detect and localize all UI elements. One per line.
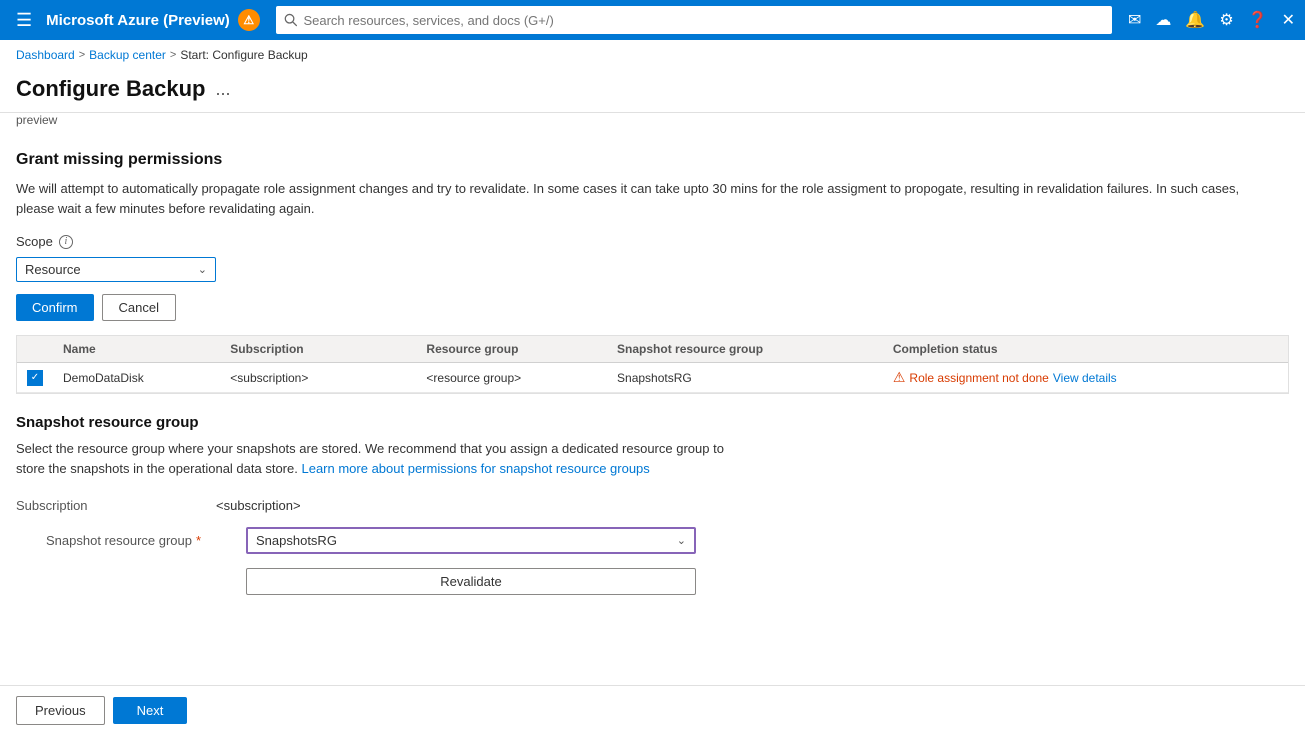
search-icon [284, 13, 298, 27]
snapshot-section: Snapshot resource group Select the resou… [16, 414, 1289, 595]
status-error: ⚠ Role assignment not done View details [893, 369, 1278, 386]
snapshot-rg-label-text: Snapshot resource group [46, 533, 192, 548]
snapshot-section-description: Select the resource group where your sna… [16, 439, 736, 478]
action-buttons: Confirm Cancel [16, 294, 1289, 321]
table-header-row: Name Subscription Resource group Snapsho… [17, 336, 1288, 363]
confirm-button[interactable]: Confirm [16, 294, 94, 321]
page-title: Configure Backup [16, 76, 205, 102]
breadcrumb-sep-2: > [170, 49, 176, 61]
scope-dropdown[interactable]: Resource ⌄ [16, 257, 216, 282]
col-status[interactable]: Completion status [883, 336, 1288, 363]
snapshot-rg-chevron-icon: ⌄ [677, 534, 686, 547]
grant-permissions-title: Grant missing permissions [16, 151, 1289, 169]
scope-label: Scope [16, 234, 53, 249]
cancel-button[interactable]: Cancel [102, 294, 176, 321]
help-icon[interactable]: ❓ [1248, 10, 1268, 30]
main-content: Grant missing permissions We will attemp… [0, 135, 1305, 625]
row-name: DemoDataDisk [53, 363, 220, 393]
subscription-value: <subscription> [216, 492, 301, 513]
scope-chevron-icon: ⌄ [198, 263, 207, 276]
cloud-icon[interactable]: ☁ [1155, 10, 1171, 30]
hamburger-menu[interactable]: ☰ [10, 10, 38, 31]
search-input[interactable] [303, 13, 1104, 28]
app-title: Microsoft Azure (Preview) [46, 12, 230, 29]
page-title-area: Configure Backup ... [0, 70, 1305, 113]
breadcrumb-backup-center[interactable]: Backup center [89, 48, 166, 62]
col-extra [383, 336, 416, 363]
row-status: ⚠ Role assignment not done View details [883, 363, 1288, 393]
subscription-label: Subscription [16, 492, 216, 513]
search-bar-container [276, 6, 1112, 34]
table-row: ✓ DemoDataDisk <subscription> <resource … [17, 363, 1288, 393]
col-name[interactable]: Name [53, 336, 220, 363]
more-options-button[interactable]: ... [215, 79, 230, 100]
required-star: * [196, 533, 201, 548]
breadcrumb: Dashboard > Backup center > Start: Confi… [0, 40, 1305, 70]
scope-row: Scope i [16, 234, 1289, 249]
row-resource-group: <resource group> [416, 363, 607, 393]
email-icon[interactable]: ✉ [1128, 10, 1141, 30]
error-icon: ⚠ [893, 369, 906, 386]
next-button[interactable]: Next [113, 697, 188, 724]
settings-icon[interactable]: ⚙ [1219, 10, 1233, 30]
col-resource-group[interactable]: Resource group [416, 336, 607, 363]
row-subscription: <subscription> [220, 363, 383, 393]
scope-dropdown-value: Resource [25, 262, 81, 277]
nav-icons: ✉ ☁ 🔔 ⚙ ❓ ✕ [1128, 10, 1295, 30]
breadcrumb-current: Start: Configure Backup [180, 48, 307, 62]
scope-info-icon[interactable]: i [59, 235, 73, 249]
snapshot-rg-form-group: Snapshot resource group * SnapshotsRG ⌄ … [16, 527, 1289, 595]
breadcrumb-sep-1: > [79, 49, 85, 61]
snapshot-rg-dropdown-value: SnapshotsRG [256, 533, 337, 548]
previous-button[interactable]: Previous [16, 696, 105, 725]
row-extra [383, 363, 416, 393]
permissions-table: Name Subscription Resource group Snapsho… [17, 336, 1288, 393]
snapshot-rg-label: Snapshot resource group * [46, 527, 246, 548]
bottom-bar: Previous Next [0, 685, 1305, 735]
preview-label: preview [0, 113, 1305, 135]
subscription-form-group: Subscription <subscription> [16, 492, 1289, 513]
top-nav: ☰ Microsoft Azure (Preview) ⚠ ✉ ☁ 🔔 ⚙ ❓ … [0, 0, 1305, 40]
table-container: Name Subscription Resource group Snapsho… [16, 335, 1289, 394]
notification-alert-icon[interactable]: ⚠ [238, 9, 260, 31]
snapshot-section-title: Snapshot resource group [16, 414, 1289, 431]
row-checkbox-cell[interactable]: ✓ [17, 363, 53, 393]
status-text: Role assignment not done [909, 371, 1048, 385]
grant-permissions-description: We will attempt to automatically propaga… [16, 179, 1264, 218]
close-icon[interactable]: ✕ [1282, 10, 1295, 30]
snapshot-rg-dropdown[interactable]: SnapshotsRG ⌄ [246, 527, 696, 554]
col-snapshot-rg[interactable]: Snapshot resource group [607, 336, 883, 363]
bell-icon[interactable]: 🔔 [1185, 10, 1205, 30]
row-checkbox[interactable]: ✓ [27, 370, 43, 386]
col-subscription[interactable]: Subscription [220, 336, 383, 363]
revalidate-button[interactable]: Revalidate [246, 568, 696, 595]
row-snapshot-rg: SnapshotsRG [607, 363, 883, 393]
view-details-link[interactable]: View details [1053, 371, 1117, 385]
breadcrumb-dashboard[interactable]: Dashboard [16, 48, 75, 62]
learn-more-link[interactable]: Learn more about permissions for snapsho… [301, 461, 649, 476]
col-checkbox [17, 336, 53, 363]
